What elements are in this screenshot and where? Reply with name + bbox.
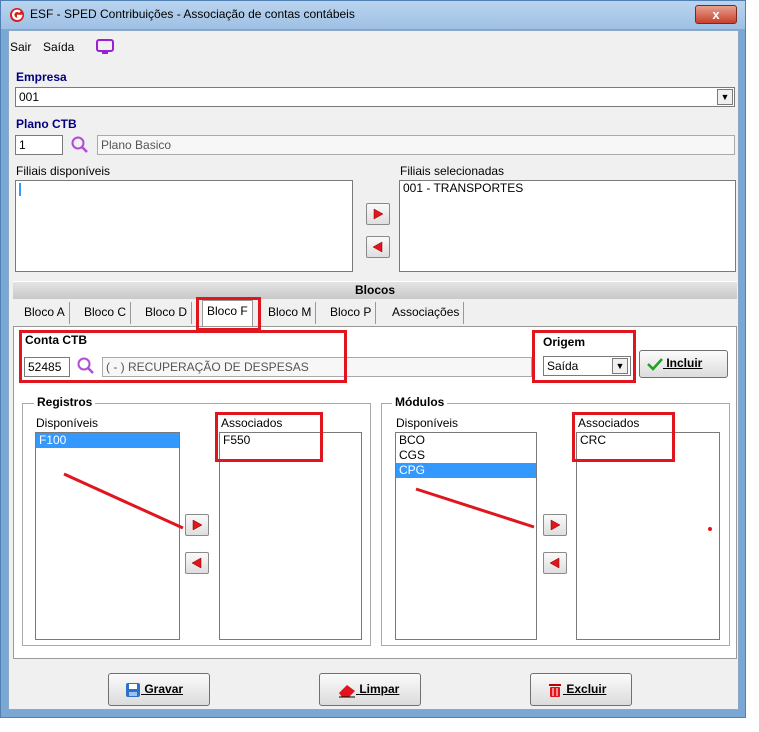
registros-title: Registros — [34, 395, 96, 409]
remove-modulo-button[interactable] — [543, 552, 567, 574]
filiais-disponiveis-label: Filiais disponíveis — [16, 164, 111, 178]
limpar-button[interactable]: Limpar — [319, 673, 421, 706]
conta-label: Conta CTB — [25, 333, 87, 347]
search-icon[interactable] — [70, 135, 90, 155]
list-item[interactable]: CPG — [396, 463, 536, 478]
tab-bloco-c[interactable]: Bloco C — [80, 302, 132, 324]
plano-description: Plano Basico — [97, 135, 735, 155]
arrow-right-icon — [192, 519, 203, 531]
list-item[interactable]: 001 - TRANSPORTES — [400, 181, 735, 196]
empresa-label: Empresa — [16, 70, 67, 84]
excluir-button[interactable]: Excluir — [530, 673, 632, 706]
tab-associacoes[interactable]: Associações — [388, 302, 465, 324]
filiais-selecionadas-list[interactable]: 001 - TRANSPORTES — [399, 180, 736, 272]
arrow-left-icon — [372, 241, 383, 253]
modulos-associados-list[interactable]: CRC — [576, 432, 720, 640]
arrow-right-icon — [550, 519, 561, 531]
modulos-title: Módulos — [392, 395, 448, 409]
blocos-header: Blocos — [13, 281, 737, 299]
eraser-icon — [339, 685, 355, 698]
plano-label: Plano CTB — [16, 117, 77, 131]
trash-icon — [549, 684, 561, 697]
registros-disponiveis-list[interactable]: F100 — [35, 432, 180, 640]
list-item[interactable]: F550 — [220, 433, 361, 448]
add-registro-button[interactable] — [185, 514, 209, 536]
registros-associados-label: Associados — [221, 416, 283, 430]
modulos-associados-label: Associados — [578, 416, 640, 430]
chevron-down-icon[interactable]: ▼ — [612, 358, 628, 374]
save-icon — [126, 683, 140, 697]
list-caret — [19, 183, 21, 196]
registros-associados-list[interactable]: F550 — [219, 432, 362, 640]
modulos-disponiveis-list[interactable]: BCO CGS CPG — [395, 432, 537, 640]
origem-label: Origem — [543, 335, 586, 349]
add-modulo-button[interactable] — [543, 514, 567, 536]
remove-registro-button[interactable] — [185, 552, 209, 574]
gravar-button[interactable]: Gravar — [108, 673, 210, 706]
chevron-down-icon[interactable]: ▼ — [717, 89, 733, 105]
conta-description: ( - ) RECUPERAÇÃO DE DESPESAS — [102, 357, 532, 377]
arrow-left-icon — [191, 557, 202, 569]
check-icon — [647, 357, 663, 371]
filiais-selecionadas-label: Filiais selecionadas — [400, 164, 505, 178]
incluir-button[interactable]: Incluir — [639, 350, 728, 378]
monitor-icon[interactable] — [96, 39, 116, 55]
tab-bloco-p[interactable]: Bloco P — [326, 302, 377, 324]
tab-bloco-f[interactable]: Bloco F — [202, 300, 253, 326]
list-item[interactable]: CGS — [396, 448, 536, 463]
menu-item-sair[interactable]: Sair — [10, 40, 31, 54]
list-item[interactable]: F100 — [36, 433, 179, 448]
menu-item-saida[interactable]: Saída — [43, 40, 74, 54]
close-icon: x — [712, 7, 720, 22]
window-title: ESF - SPED Contribuições - Associação de… — [30, 7, 355, 21]
tab-bloco-a[interactable]: Bloco A — [20, 302, 70, 324]
arrow-right-icon — [373, 208, 384, 220]
add-filial-button[interactable] — [366, 203, 390, 225]
arrow-left-icon — [549, 557, 560, 569]
plano-code-input[interactable]: 1 — [15, 135, 63, 155]
empresa-select[interactable]: 001 — [15, 87, 735, 107]
app-logo-icon — [9, 7, 25, 23]
modulos-disponiveis-label: Disponíveis — [396, 416, 459, 430]
list-item[interactable]: CRC — [577, 433, 719, 448]
close-button[interactable]: x — [695, 5, 737, 24]
remove-filial-button[interactable] — [366, 236, 390, 258]
conta-code-input[interactable]: 52485 — [24, 357, 70, 377]
filiais-disponiveis-list[interactable] — [15, 180, 353, 272]
search-icon[interactable] — [76, 356, 96, 376]
tab-bloco-d[interactable]: Bloco D — [141, 302, 193, 324]
registros-disponiveis-label: Disponíveis — [36, 416, 99, 430]
list-item[interactable]: BCO — [396, 433, 536, 448]
tab-bloco-m[interactable]: Bloco M — [264, 302, 317, 324]
